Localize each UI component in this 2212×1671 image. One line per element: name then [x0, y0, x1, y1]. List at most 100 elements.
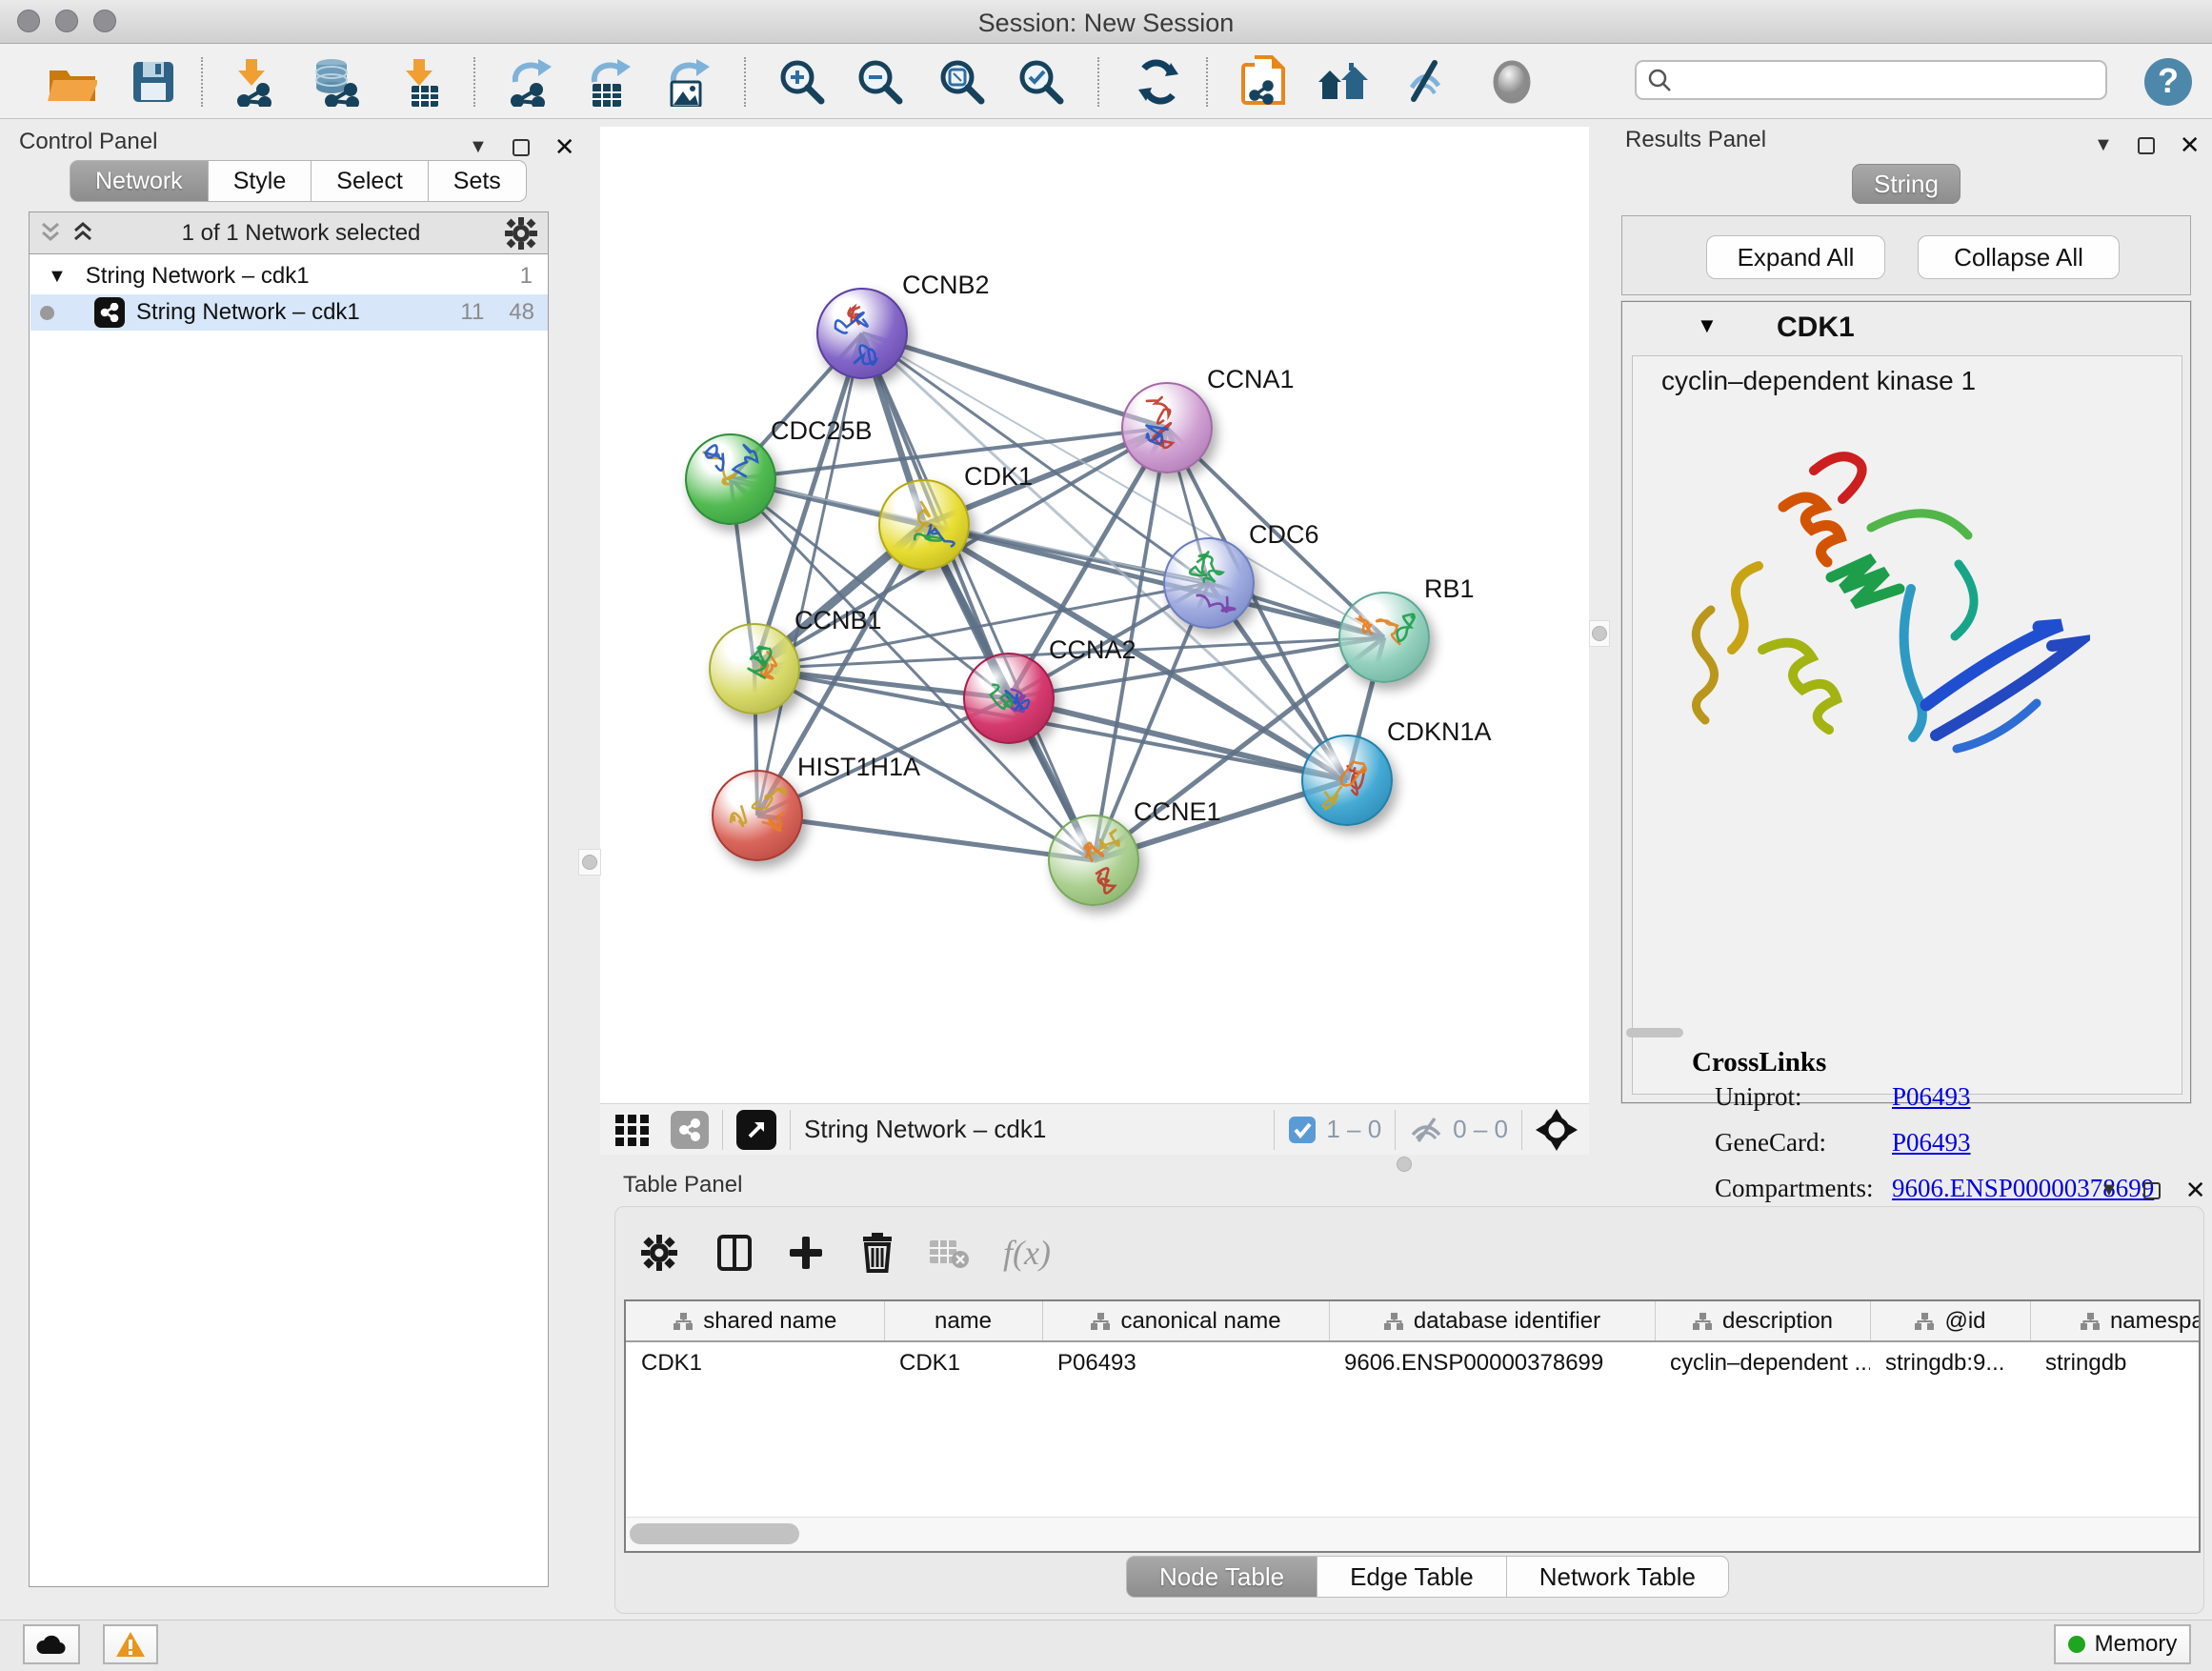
column-header-description[interactable]: description: [1655, 1301, 1870, 1341]
collapse-all-button[interactable]: Collapse All: [1918, 235, 2120, 279]
node-CCNB2[interactable]: [816, 288, 908, 379]
table-cell[interactable]: CDK1: [626, 1341, 884, 1383]
table-tab-network-table[interactable]: Network Table: [1507, 1556, 1729, 1598]
control-tab-style[interactable]: Style: [209, 160, 312, 202]
control-tab-select[interactable]: Select: [312, 160, 428, 202]
panel-menu-icon[interactable]: ▼: [2100, 1179, 2119, 1201]
table-cell[interactable]: CDK1: [884, 1341, 1042, 1383]
node-HIST1H1A[interactable]: [712, 770, 803, 861]
node-attribute-table[interactable]: shared namenamecanonical namedatabase id…: [624, 1299, 2201, 1553]
panel-float-icon[interactable]: [2138, 137, 2155, 154]
function-builder-icon[interactable]: f(x): [1000, 1228, 1054, 1278]
network-bullet-icon: [40, 306, 54, 320]
search-input[interactable]: [1673, 67, 2092, 93]
table-tab-edge-table[interactable]: Edge Table: [1317, 1556, 1507, 1598]
node-CDKN1A[interactable]: [1301, 735, 1393, 826]
table-hscrollbar[interactable]: [626, 1517, 2199, 1551]
table-cell[interactable]: P06493: [1042, 1341, 1329, 1383]
table-cell[interactable]: stringdb: [2030, 1341, 2201, 1383]
panel-float-icon[interactable]: [2143, 1182, 2161, 1199]
zoom-fit-icon[interactable]: [935, 55, 990, 109]
results-tab-string[interactable]: String: [1852, 164, 1961, 204]
show-hide-panels-icon[interactable]: [1398, 55, 1453, 109]
delete-table-icon[interactable]: [922, 1228, 975, 1278]
search-field[interactable]: [1635, 60, 2107, 100]
zoom-out-icon[interactable]: [853, 55, 908, 109]
results-scrollbar-thumb[interactable]: [1626, 1028, 1683, 1037]
network-row[interactable]: String Network – cdk1 11 48: [30, 294, 548, 331]
share-view-icon[interactable]: [671, 1111, 709, 1149]
panel-menu-icon[interactable]: ▼: [469, 136, 488, 158]
selected-nodes-checkbox-icon[interactable]: [1288, 1116, 1317, 1144]
export-network-icon[interactable]: [503, 55, 558, 109]
options-gear-icon[interactable]: [504, 216, 538, 251]
table-hscrollbar-thumb[interactable]: [630, 1523, 799, 1544]
node-CCNE1[interactable]: [1048, 815, 1139, 906]
import-network-file-icon[interactable]: [228, 55, 283, 109]
node-CCNA1[interactable]: [1121, 382, 1213, 473]
node-CDC25B[interactable]: [685, 433, 776, 525]
node-CDC6[interactable]: [1163, 537, 1255, 629]
cloud-status-button[interactable]: [23, 1624, 80, 1664]
open-in-window-icon[interactable]: [736, 1110, 776, 1150]
collapse-all-icon[interactable]: [37, 220, 66, 247]
open-session-icon[interactable]: [45, 55, 100, 109]
left-splitter-handle[interactable]: [578, 849, 601, 876]
table-cell[interactable]: 9606.ENSP00000378699: [1329, 1341, 1655, 1383]
control-tab-network[interactable]: Network: [70, 160, 209, 202]
delete-column-icon[interactable]: [851, 1228, 904, 1278]
zoom-selected-icon[interactable]: [1014, 55, 1069, 109]
warning-status-button[interactable]: [103, 1624, 158, 1664]
table-options-gear-icon[interactable]: [633, 1228, 686, 1278]
export-document-icon[interactable]: [1237, 55, 1292, 109]
help-icon[interactable]: ?: [2141, 55, 2196, 109]
export-image-icon[interactable]: [661, 55, 716, 109]
panel-close-icon[interactable]: ✕: [2185, 1176, 2206, 1205]
show-columns-icon[interactable]: [708, 1228, 761, 1278]
panel-close-icon[interactable]: ✕: [2180, 131, 2201, 160]
export-table-icon[interactable]: [582, 55, 637, 109]
node-CCNA2[interactable]: [963, 653, 1055, 744]
network-nodes-layer: CCNB2CCNA1CDC25BCDK1CDC6RB1CCNB1CCNA2CDK…: [600, 127, 1589, 1103]
control-tab-sets[interactable]: Sets: [429, 160, 527, 202]
home-icon[interactable]: [1316, 55, 1371, 109]
column-header--id[interactable]: @id: [1870, 1301, 2030, 1341]
table-cell[interactable]: cyclin–dependent ...: [1655, 1341, 1870, 1383]
memory-button[interactable]: Memory: [2054, 1624, 2191, 1664]
zoom-in-icon[interactable]: [774, 55, 830, 109]
column-header-namespace[interactable]: namespace: [2030, 1301, 2201, 1341]
panel-close-icon[interactable]: ✕: [554, 132, 575, 162]
panel-float-icon[interactable]: [513, 139, 530, 156]
crosslink-link[interactable]: P06493: [1892, 1082, 1971, 1128]
hidden-eye-icon[interactable]: [1409, 1116, 1443, 1144]
table-tabs: Node TableEdge TableNetwork Table: [1126, 1556, 1729, 1598]
save-session-icon[interactable]: [126, 55, 181, 109]
network-collection-row[interactable]: ▼ String Network – cdk1 1: [30, 258, 548, 294]
column-header-canonical-name[interactable]: canonical name: [1042, 1301, 1329, 1341]
import-table-file-icon[interactable]: [395, 55, 451, 109]
preview-icon[interactable]: [1484, 55, 1539, 109]
table-cell[interactable]: stringdb:9...: [1870, 1341, 2030, 1383]
gene-collapse-icon[interactable]: ▼: [1697, 313, 1718, 338]
add-column-icon[interactable]: [779, 1228, 833, 1278]
column-header-shared-name[interactable]: shared name: [626, 1301, 884, 1341]
network-node-count: 11: [460, 299, 484, 326]
grid-view-icon[interactable]: [613, 1111, 655, 1149]
expand-all-icon[interactable]: [70, 220, 98, 247]
table-row[interactable]: CDK1CDK1P064939606.ENSP00000378699cyclin…: [626, 1341, 2201, 1383]
network-view-canvas[interactable]: CCNB2CCNA1CDC25BCDK1CDC6RB1CCNB1CCNA2CDK…: [600, 127, 1589, 1103]
refresh-icon[interactable]: [1130, 55, 1185, 109]
panel-menu-icon[interactable]: ▼: [2094, 134, 2113, 156]
node-CCNB1[interactable]: [709, 623, 800, 715]
import-network-database-icon[interactable]: [308, 55, 363, 109]
navigator-icon[interactable]: [1536, 1109, 1578, 1151]
expand-all-button[interactable]: Expand All: [1706, 235, 1885, 279]
right-splitter-handle[interactable]: [1589, 620, 1610, 647]
collection-expand-icon[interactable]: ▼: [48, 266, 67, 288]
node-RB1[interactable]: [1338, 592, 1430, 683]
memory-label: Memory: [2095, 1631, 2178, 1658]
column-header-name[interactable]: name: [884, 1301, 1042, 1341]
column-header-database-identifier[interactable]: database identifier: [1329, 1301, 1655, 1341]
table-tab-node-table[interactable]: Node Table: [1126, 1556, 1317, 1598]
node-CDK1[interactable]: [878, 479, 970, 571]
